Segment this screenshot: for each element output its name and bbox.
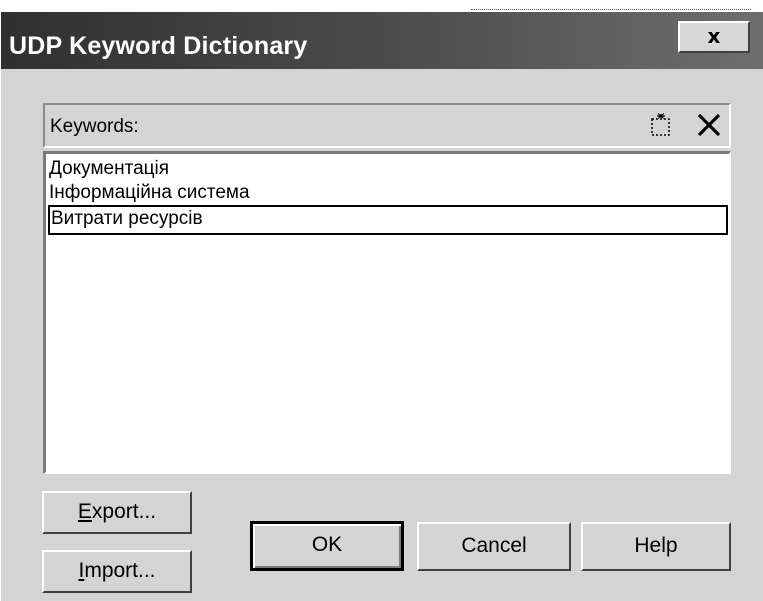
new-keyword-icon[interactable] bbox=[649, 113, 673, 137]
window-title: UDP Keyword Dictionary bbox=[9, 32, 308, 60]
close-icon: x bbox=[707, 24, 721, 48]
cancel-button-label: Cancel bbox=[461, 534, 527, 557]
delete-keyword-icon[interactable] bbox=[695, 111, 723, 139]
import-button-label: Import... bbox=[78, 559, 156, 582]
export-button-label: Export... bbox=[77, 500, 157, 523]
ok-button[interactable]: OK bbox=[250, 521, 404, 571]
keywords-label: Keywords: bbox=[50, 116, 139, 137]
background-window-edge bbox=[471, 0, 751, 10]
cancel-button[interactable]: Cancel bbox=[417, 522, 571, 571]
background-window-strip bbox=[1, 0, 763, 12]
help-button-label: Help bbox=[634, 534, 678, 557]
close-button[interactable]: x bbox=[678, 21, 750, 53]
ok-button-label: OK bbox=[311, 533, 343, 556]
keyword-list-item-selected[interactable]: Витрати ресурсів bbox=[48, 205, 728, 235]
import-button[interactable]: Import... bbox=[42, 550, 192, 593]
help-button[interactable]: Help bbox=[581, 522, 731, 571]
keyword-dictionary-dialog: UDP Keyword Dictionary x Keywords: Докум… bbox=[0, 0, 763, 601]
export-button[interactable]: Export... bbox=[42, 491, 192, 534]
title-bar[interactable]: UDP Keyword Dictionary x bbox=[1, 12, 763, 69]
keyword-list[interactable]: Документація Інформаційна система Витрат… bbox=[43, 151, 731, 474]
keywords-header: Keywords: bbox=[43, 103, 731, 148]
